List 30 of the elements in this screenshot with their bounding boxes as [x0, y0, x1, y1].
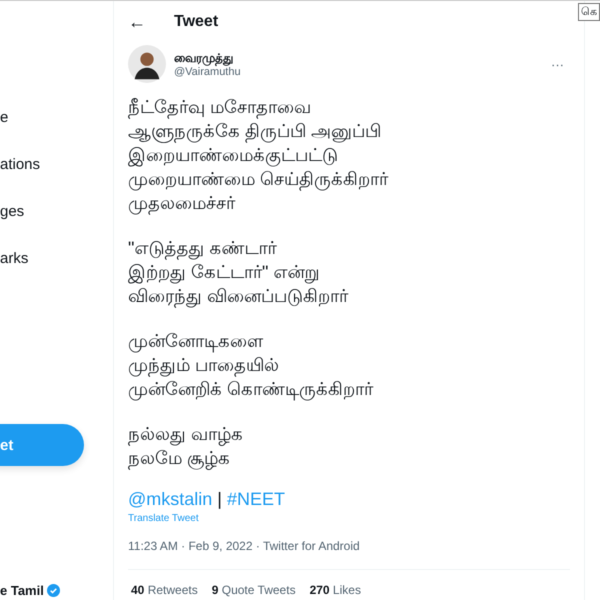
tweet-text-line: ஆளுநருக்கே திருப்பி அனுப்பி	[128, 120, 382, 143]
stat-link[interactable]: 270 Likes	[310, 583, 361, 597]
sidebar-item[interactable]: ges	[0, 201, 113, 222]
account-name: e Tamil	[0, 583, 44, 598]
stat-link[interactable]: 9 Quote Tweets	[212, 583, 296, 597]
separator-text: |	[217, 489, 222, 510]
tweet-text-line: முன்னேறிக் கொண்டிருக்கிறார்	[128, 378, 374, 401]
tweet-text-line: இற்றது கேட்டார்" என்று	[128, 261, 320, 284]
tweet-text-line: நீட்தேர்வு மசோதாவை	[128, 96, 312, 119]
author-handle[interactable]: @Vairamuthu	[174, 66, 543, 78]
tweet-timestamp: 11:23 AM · Feb 9, 2022 · Twitter for Android	[128, 539, 570, 570]
sidebar-item[interactable]: arks	[0, 248, 113, 269]
sidebar-item[interactable]: ations	[0, 154, 113, 175]
back-button[interactable]: ←	[128, 12, 146, 32]
tweet-text-line: முறையாண்மை செய்திருக்கிறார்	[128, 168, 390, 191]
tweet-text-line: முந்தும் பாதையில்	[128, 354, 280, 377]
tweet-text-line: நலமே சூழ்க	[128, 447, 232, 470]
avatar-icon	[128, 45, 166, 83]
page-title: Tweet	[174, 13, 218, 31]
tweet-text-line: முதலமைச்சர்	[128, 192, 236, 215]
tweet-text-line: இறையாண்மைக்குட்பட்டு	[128, 144, 339, 167]
sidebar-item[interactable]: e	[0, 107, 113, 128]
more-button[interactable]: ···	[551, 56, 564, 72]
tooltip: கெ	[578, 3, 600, 21]
tweet-text-line: விரைந்து வினைப்படுகிறார்	[128, 285, 350, 308]
tweet-text-line: "எடுத்தது கண்டார்	[128, 237, 278, 260]
author-name[interactable]: வைரமுத்து	[174, 50, 543, 66]
stat-link[interactable]: 40 Retweets	[131, 583, 198, 597]
tweet-text-line: நல்லது வாழ்க	[128, 423, 244, 446]
tweet-text-line: முன்னோடிகளை	[128, 330, 264, 353]
